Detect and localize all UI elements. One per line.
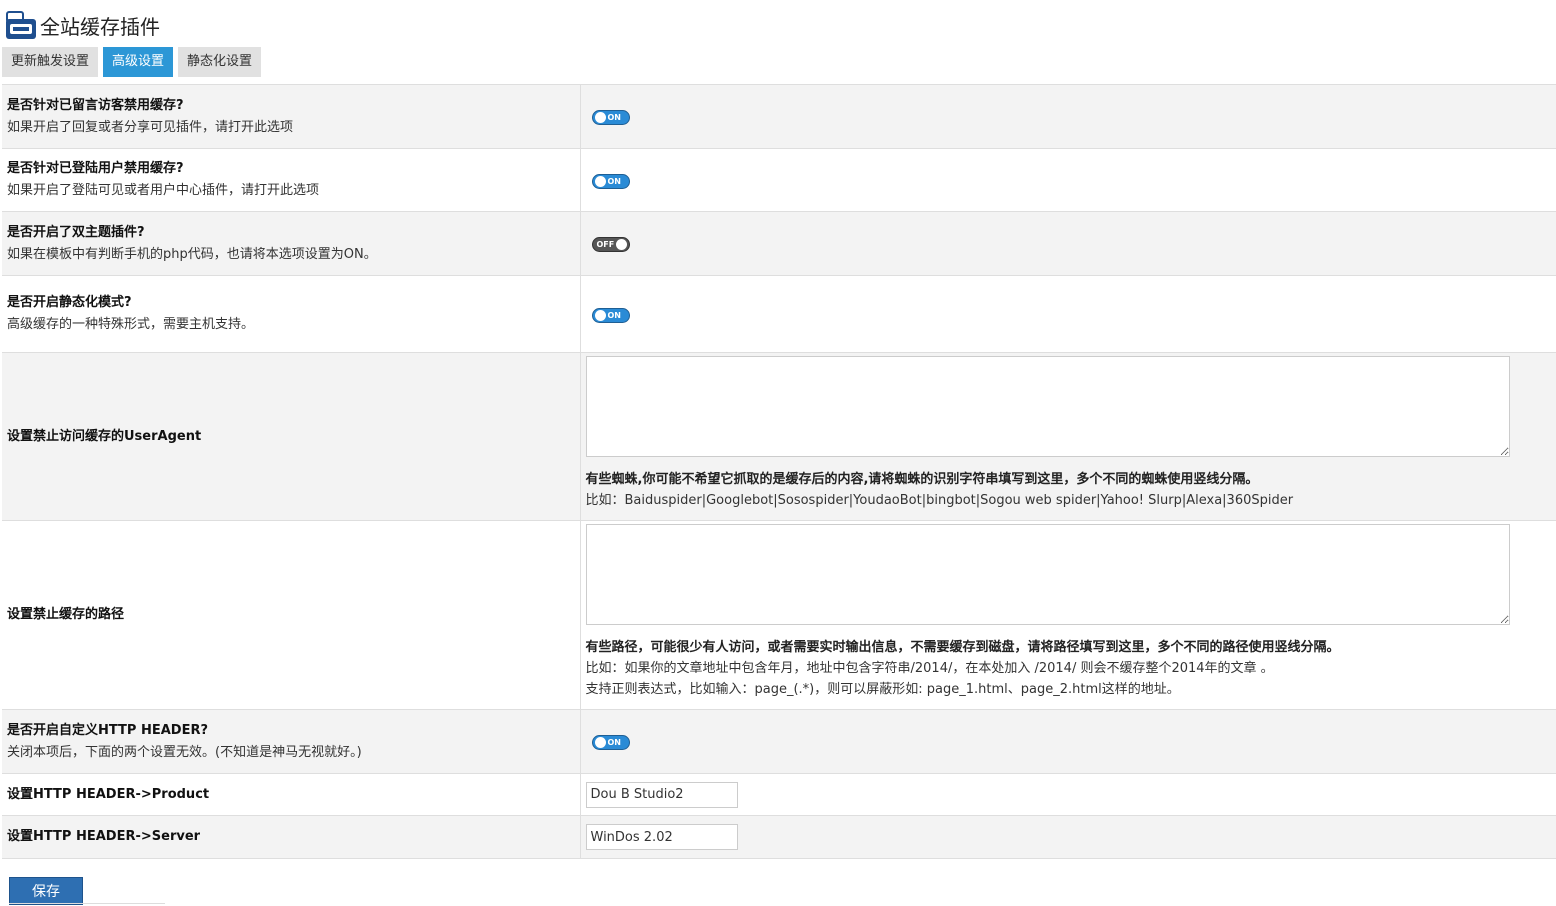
row-paths: 设置禁止缓存的路径 有些路径，可能很少有人访问，或者需要实时输出信息，不需要缓存… [2,520,1556,710]
settings-table: 是否针对已留言访客禁用缓存? 如果开启了回复或者分享可见插件，请打开此选项 ON… [2,84,1556,859]
toggle-knob [594,112,606,123]
row-title: 是否开启静态化模式? [7,295,132,310]
page-title: 全站缓存插件 [40,14,160,39]
tab-advanced[interactable]: 高级设置 [103,47,174,77]
row-title: 是否针对已留言访客禁用缓存? [7,97,184,113]
product-input[interactable] [585,781,738,808]
server-input[interactable] [585,824,738,850]
paths-regex-help: 支持正则表达式，比如输入：page_(.*)，则可以屏蔽形如: page_1.h… [585,682,1180,697]
row-commenter: 是否针对已留言访客禁用缓存? 如果开启了回复或者分享可见插件，请打开此选项 ON [2,84,1556,149]
toggle-knob [594,309,606,321]
folder-cache-icon [6,11,36,39]
useragent-help: 有些蜘蛛,你可能不希望它抓取的是缓存后的内容,请将蜘蛛的识别字符串填写到这里，多… [585,472,1259,487]
row-loggedin: 是否针对已登陆用户禁用缓存? 如果开启了登陆可见或者用户中心插件，请打开此选项 … [2,148,1556,212]
useragent-example: 比如：Baiduspider|Googlebot|Sosospider|Youd… [585,493,1294,508]
row-title: 是否开启了双主题插件? [7,224,145,240]
tab-bar: 更新触发设置 高级设置 静态化设置 [2,47,266,77]
row-desc: 如果开启了登陆可见或者用户中心插件，请打开此选项 [7,183,320,198]
row-desc: 关闭本项后，下面的两个设置无效。(不知道是神马无视就好。) [7,744,362,760]
row-desc: 如果在模板中有判断手机的php代码，也请将本选项设置为ON。 [7,246,377,262]
paths-help: 有些路径，可能很少有人访问，或者需要实时输出信息，不需要缓存到磁盘，请将路径填写… [585,640,1340,655]
row-http-header: 是否开启自定义HTTP HEADER? 关闭本项后，下面的两个设置无效。(不知道… [2,709,1556,774]
row-static-mode: 是否开启静态化模式? 高级缓存的一种特殊形式，需要主机支持。 ON [2,275,1556,353]
tab-static[interactable]: 静态化设置 [178,47,262,77]
toggle-state: ON [607,113,622,122]
save-button[interactable]: 保存 [9,877,83,905]
paths-example: 比如：如果你的文章地址中包含年月，地址中包含字符串/2014/，在本处加入 /2… [585,661,1274,676]
divider [9,903,165,904]
row-desc: 高级缓存的一种特殊形式，需要主机支持。 [7,317,255,332]
toggle-state: OFF [596,240,615,249]
toggle-knob [594,175,606,187]
toggle-state: ON [607,310,622,320]
row-desc: 如果开启了回复或者分享可见插件，请打开此选项 [7,119,294,135]
dual-theme-toggle[interactable]: OFF [591,237,630,252]
row-title: 设置HTTP HEADER->Server [7,829,201,844]
toggle-state: ON [607,738,622,747]
row-title: 设置禁止缓存的路径 [7,607,125,622]
row-title: 是否开启自定义HTTP HEADER? [7,722,209,738]
useragent-textarea[interactable] [585,356,1510,457]
row-useragent: 设置禁止访问缓存的UserAgent 有些蜘蛛,你可能不希望它抓取的是缓存后的内… [2,352,1556,521]
row-title: 设置禁止访问缓存的UserAgent [7,428,202,444]
toggle-knob [615,239,627,250]
tab-update-trigger[interactable]: 更新触发设置 [2,47,99,77]
static-mode-toggle[interactable]: ON [591,307,630,323]
page-header: 全站缓存插件 [4,8,160,42]
row-product: 设置HTTP HEADER->Product [2,773,1556,816]
commenter-toggle[interactable]: ON [591,110,630,125]
loggedin-toggle[interactable]: ON [591,173,630,189]
row-title: 设置HTTP HEADER->Product [7,786,210,802]
row-server: 设置HTTP HEADER->Server [2,815,1556,859]
toggle-state: ON [607,176,622,186]
paths-textarea[interactable] [585,524,1510,625]
http-header-toggle[interactable]: ON [591,735,630,750]
toggle-knob [594,737,606,748]
row-title: 是否针对已登陆用户禁用缓存? [7,161,184,176]
row-dual-theme: 是否开启了双主题插件? 如果在模板中有判断手机的php代码，也请将本选项设置为O… [2,211,1556,276]
